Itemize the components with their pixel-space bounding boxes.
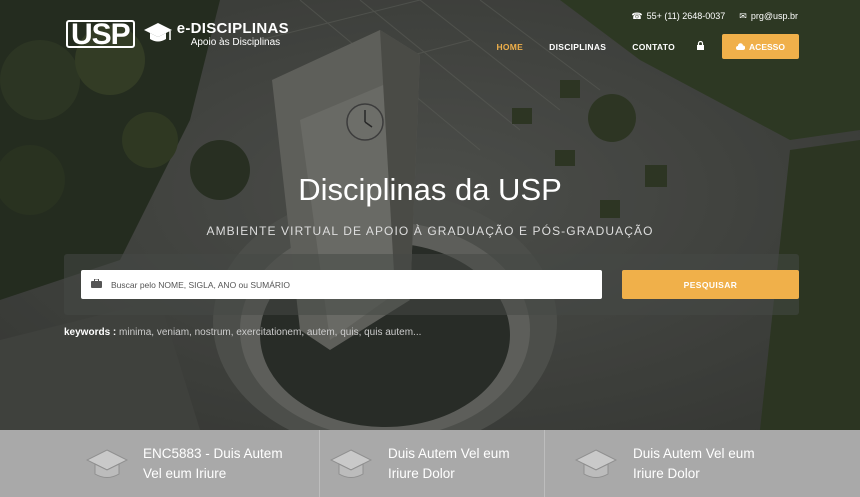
search-input[interactable]	[111, 279, 591, 290]
logo-subtitle: Apoio às Disciplinas	[190, 37, 281, 48]
course-title-line2: Iriure Dolor	[388, 466, 455, 481]
lock-icon[interactable]	[697, 40, 704, 52]
briefcase-icon	[81, 278, 111, 291]
site-logo[interactable]: USP e-DISCIPLINAS Apoio às Disciplinas	[66, 20, 289, 50]
course-title-line1: Duis Autem Vel eum	[388, 446, 510, 461]
course-card[interactable]: Duis Autem Vel eum Iriure Dolor	[545, 430, 860, 497]
search-button[interactable]: PESQUISAR	[622, 270, 799, 299]
course-title-line1: ENC5883 - Duis Autem	[143, 446, 283, 461]
acesso-label: ACESSO	[749, 41, 785, 52]
graduation-cap-icon	[85, 444, 129, 487]
keywords-list[interactable]: minima, veniam, nostrum, exercitationem,…	[119, 327, 421, 338]
cloud-icon	[736, 42, 746, 52]
email-contact[interactable]: ✉ prg@usp.br	[739, 11, 798, 22]
phone-number: 55+ (11) 2648-0037	[646, 11, 726, 21]
course-card[interactable]: Duis Autem Vel eum Iriure Dolor	[320, 430, 545, 497]
nav-item-home[interactable]: HOME	[496, 42, 523, 52]
keywords-label: keywords :	[64, 327, 117, 338]
course-title-line1: Duis Autem Vel eum	[633, 446, 755, 461]
email-address: prg@usp.br	[750, 11, 798, 21]
usp-logo-mark: USP	[66, 20, 135, 50]
phone-contact[interactable]: ☎ 55+ (11) 2648-0037	[631, 11, 725, 22]
main-nav: HOME DISCIPLINAS CONTATO ACESSO	[470, 34, 799, 59]
contact-bar: ☎ 55+ (11) 2648-0037 ✉ prg@usp.br	[631, 11, 798, 22]
logo-title: e-DISCIPLINAS	[176, 20, 289, 37]
hero-background-image	[0, 0, 860, 430]
search-box[interactable]	[81, 270, 602, 299]
featured-courses-strip: ENC5883 - Duis Autem Vel eum Iriure Duis…	[0, 430, 860, 497]
mortarboard-logo-icon	[143, 22, 173, 49]
course-title-line2: Vel eum Iriure	[143, 466, 227, 481]
envelope-icon: ✉	[739, 11, 747, 21]
hero-subtitle: AMBIENTE VIRTUAL DE APOIO À GRADUAÇÃO E …	[206, 224, 654, 238]
keywords-line: keywords : minima, veniam, nostrum, exer…	[64, 327, 421, 338]
nav-item-disciplinas[interactable]: DISCIPLINAS	[549, 42, 606, 52]
nav-item-contato[interactable]: CONTATO	[632, 42, 675, 52]
hero-title: Disciplinas da USP	[298, 172, 562, 207]
acesso-button[interactable]: ACESSO	[722, 34, 799, 59]
graduation-cap-icon	[574, 444, 618, 487]
course-card[interactable]: ENC5883 - Duis Autem Vel eum Iriure	[0, 430, 320, 497]
graduation-cap-icon	[329, 444, 373, 487]
search-panel: PESQUISAR	[64, 254, 799, 315]
phone-icon: ☎	[631, 11, 643, 21]
course-title-line2: Iriure Dolor	[633, 466, 700, 481]
